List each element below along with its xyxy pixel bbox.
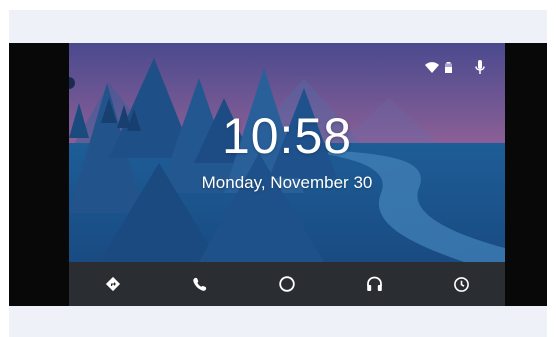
nav-phone-button[interactable] [156,262,243,306]
wifi-icon [425,62,439,73]
home-circle-icon [279,276,295,292]
microphone-icon[interactable] [475,60,485,75]
nav-music-button[interactable] [331,262,418,306]
nav-overview-button[interactable] [418,262,505,306]
android-auto-screen: 10:58 Monday, November 30 [69,43,505,306]
clock-time: 10:58 [221,108,353,164]
navigation-diamond-icon [105,276,120,292]
battery-icon [445,62,452,73]
clock-icon [454,276,469,292]
phone-icon [193,277,206,291]
nav-navigation-button[interactable] [69,262,156,306]
nav-home-button[interactable] [243,262,330,306]
android-auto-navbar [69,262,505,306]
headphones-icon [366,276,382,291]
clock-date: Monday, November 30 [201,173,373,192]
status-bar [425,60,485,75]
top-band [9,10,547,43]
bottom-band [9,306,547,337]
